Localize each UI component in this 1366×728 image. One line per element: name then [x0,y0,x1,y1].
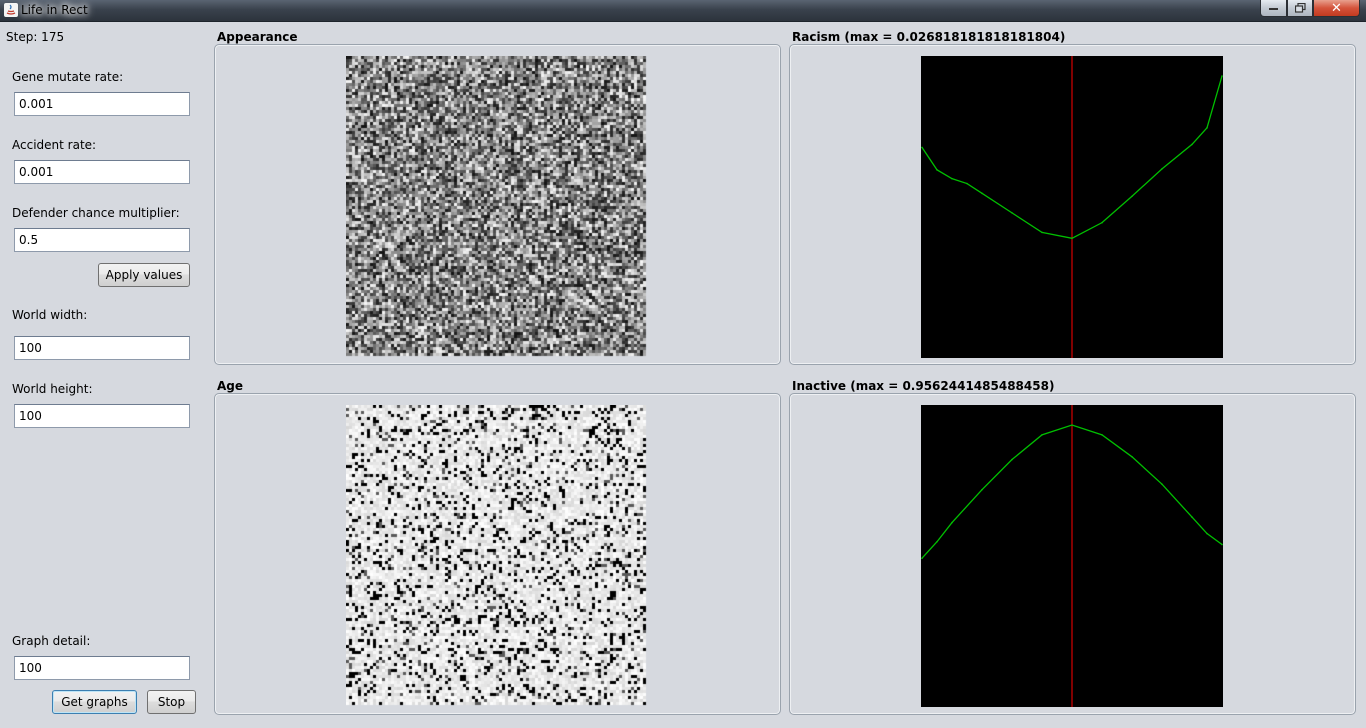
racism-data-point [1221,75,1223,77]
accident-rate-input[interactable]: 0.001 [14,160,190,184]
racism-data-point [951,177,953,180]
racism-data-point [1161,168,1163,170]
close-icon: ✕ [1331,0,1342,16]
step-counter: Step: 175 [6,30,65,44]
minimize-icon [1268,8,1278,10]
racism-data-point [966,182,968,185]
inactive-data-point [1011,458,1013,461]
inactive-chart [921,405,1223,707]
racism-data-point [1071,237,1073,240]
inactive-data-point [1101,434,1103,436]
apply-values-button[interactable]: Apply values [98,263,190,287]
racism-title: Racism (max = 0.026818181818181804) [792,30,1066,44]
racism-data-point [981,192,983,195]
inactive-data-point [951,521,953,524]
racism-data-point [1206,127,1208,129]
window-title-bar[interactable]: Life in Rect ✕ [0,0,1366,22]
minimize-button[interactable] [1260,0,1287,17]
appearance-grid [346,56,648,358]
world-height-input[interactable]: 100 [14,404,190,428]
stop-button[interactable]: Stop [147,690,196,714]
inactive-data-point [1221,543,1223,546]
racism-data-point [1191,143,1193,146]
racism-data-point [936,169,938,171]
inactive-data-point [921,557,923,559]
racism-data-point [1011,212,1013,214]
inactive-data-point [981,488,983,491]
close-button[interactable]: ✕ [1313,0,1360,17]
inactive-data-point [936,540,938,543]
graph-detail-label: Graph detail: [12,634,91,648]
window-title: Life in Rect [21,3,88,17]
java-icon [4,3,18,17]
accident-rate-label: Accident rate: [12,138,97,152]
gene-mutate-rate-label: Gene mutate rate: [12,70,124,84]
inactive-data-point [1071,424,1073,426]
appearance-title: Appearance [217,30,298,44]
inactive-data-point [1206,532,1208,535]
racism-data-point [1101,221,1103,224]
age-title: Age [217,379,244,393]
restore-icon [1294,3,1306,13]
gene-mutate-rate-input[interactable]: 0.001 [14,92,190,116]
inactive-data-point [1191,516,1193,518]
inactive-data-point [1161,483,1163,485]
world-width-input[interactable]: 100 [14,336,190,360]
defender-multiplier-label: Defender chance multiplier: [12,206,180,220]
get-graphs-button[interactable]: Get graphs [52,690,137,714]
racism-data-point [1131,195,1133,198]
age-grid [346,405,648,707]
racism-data-point [1041,231,1043,234]
racism-chart [921,56,1223,358]
graph-detail-input[interactable]: 100 [14,656,190,680]
restore-button[interactable] [1287,0,1313,17]
world-height-label: World height: [12,382,93,396]
inactive-title: Inactive (max = 0.9562441485488458) [792,379,1055,393]
racism-data-point [921,146,923,149]
inactive-data-point [1041,434,1043,436]
defender-multiplier-input[interactable]: 0.5 [14,228,190,252]
inactive-data-point [1131,455,1133,458]
world-width-label: World width: [12,308,88,322]
